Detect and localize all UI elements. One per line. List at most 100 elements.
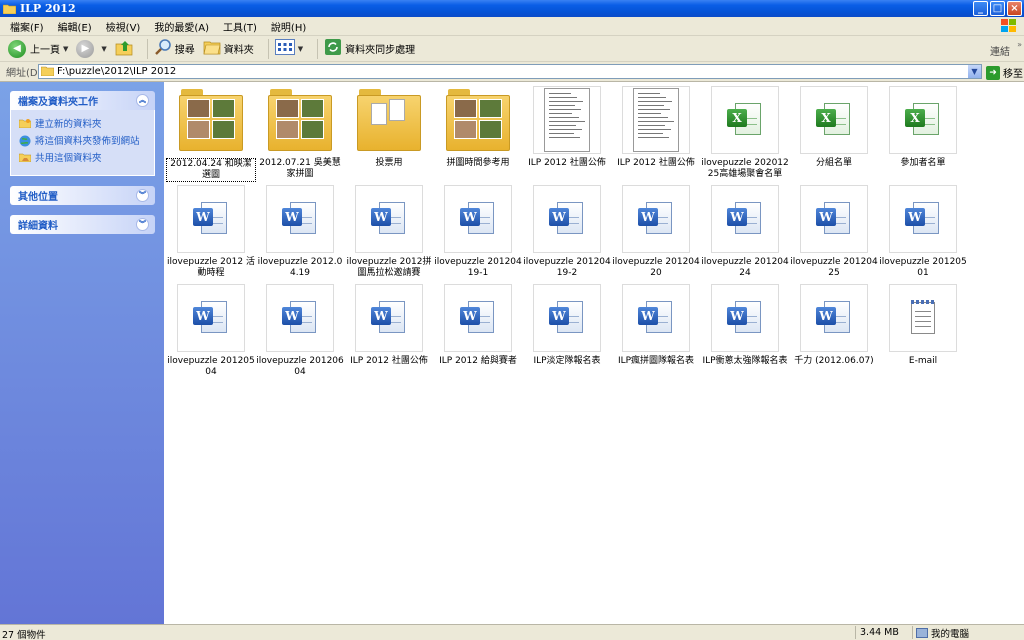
file-item[interactable]: Wilovepuzzle 20120419-1 [433,185,523,279]
file-item[interactable]: E-mail [878,284,968,367]
file-item[interactable]: Xilovepuzzle 20201225高雄場聚會名單 [700,86,790,180]
file-name: ILP淡定隊報名表 [533,356,601,366]
dropdown-arrow-icon[interactable]: ▼ [298,45,303,53]
file-item[interactable]: W ILP瘋拼圖隊報名表 [611,284,701,367]
file-name: 2012.04.24 和映潔選圖 [166,158,256,182]
file-item[interactable]: Wilovepuzzle 20120420 [611,185,701,279]
menu-edit[interactable]: 編輯(E) [58,19,92,34]
new-folder-icon [18,118,32,129]
menu-view[interactable]: 檢視(V) [106,19,141,34]
menu-tools[interactable]: 工具(T) [223,19,257,34]
up-button[interactable] [115,38,133,59]
file-name: ilovepuzzle 2012.04.19 [257,257,343,278]
file-item[interactable]: Wilovepuzzle 20120604 [255,284,345,378]
file-item[interactable]: ILP 2012 社團公佈 [611,86,701,169]
document-folder-icon [355,86,423,154]
collapse-icon[interactable]: ︽ [136,94,149,107]
file-tasks-header[interactable]: 檔案及資料夾工作 ︽ [10,91,155,110]
file-item[interactable]: Wilovepuzzle 20120425 [789,185,879,279]
file-item[interactable]: W ILP 2012 社團公佈 [344,284,434,367]
other-places-panel: 其他位置 ︾ [10,186,155,205]
file-item[interactable]: 投票用 [344,86,434,169]
forward-button[interactable]: ▶ ▼ [76,39,107,58]
toolbar-separator [267,38,269,59]
search-button[interactable]: 搜尋 [154,38,195,59]
back-arrow-icon: ◀ [8,39,26,58]
file-name: ilovepuzzle 20120420 [612,257,700,278]
menu-file[interactable]: 檔案(F) [10,19,44,34]
go-button[interactable]: ➜ 移至 [986,65,1023,80]
file-item[interactable]: Wilovepuzzle 20120424 [700,185,790,279]
file-item[interactable]: W 千力 (2012.06.07) [789,284,879,367]
address-path: F:\puzzle\2012\ILP 2012 [57,66,177,77]
task-label: 建立新的資料夾 [35,119,102,130]
word-file-icon: W [711,284,779,352]
word-file-icon: W [711,185,779,253]
file-item[interactable]: 2012.07.21 吳美慧家拼圖 [255,86,345,180]
panel-title: 檔案及資料夾工作 [18,97,98,108]
address-bar: 網址(D) F:\puzzle\2012\ILP 2012 ▼ ➜ 移至 [0,62,1024,82]
file-item[interactable]: Wilovepuzzle 20120419-2 [522,185,612,279]
file-name: 投票用 [375,158,403,168]
document-preview-icon [622,86,690,154]
word-file-icon: W [444,185,512,253]
address-input[interactable]: F:\puzzle\2012\ILP 2012 ▼ [38,64,982,79]
sync-label: 資料夾同步處理 [345,45,416,56]
file-list[interactable]: 2012.04.24 和映潔選圖 2012.07.21 吳美慧家拼圖 投票用 拼圖時間… [164,82,1024,624]
dropdown-arrow-icon[interactable]: ▼ [63,45,68,53]
file-item[interactable]: 拼圖時間參考用 [433,86,523,169]
file-name: ilovepuzzle 20201225高雄場聚會名單 [701,158,789,179]
file-item[interactable]: X 參加者名單 [878,86,968,169]
file-item[interactable]: 2012.04.24 和映潔選圖 [166,86,256,182]
word-file-icon: W [266,284,334,352]
chevron-down-icon[interactable]: ▼ [968,65,981,78]
sync-button[interactable]: 資料夾同步處理 [324,38,415,59]
file-item[interactable]: Wilovepuzzle 20120504 [166,284,256,378]
globe-icon [19,135,31,147]
word-file-icon: W [622,284,690,352]
expand-icon[interactable]: ︾ [136,218,149,231]
photo-folder-icon [177,86,245,154]
expand-icon[interactable]: ︾ [136,189,149,202]
links-label[interactable]: 連結 [990,43,1010,58]
chevron-right-icon[interactable]: » [1017,40,1022,49]
windows-logo-icon [1000,18,1018,34]
file-item[interactable]: Wilovepuzzle 2012拼圖馬拉松邀請賽 [344,185,434,279]
file-item[interactable]: W ILP 2012 給與賽者 [433,284,523,367]
task-share-folder[interactable]: 共用這個資料夾 [18,150,146,164]
menu-favorites[interactable]: 我的最愛(A) [154,19,209,34]
dropdown-arrow-icon[interactable]: ▼ [101,45,106,53]
go-arrow-icon: ➜ [986,65,1000,80]
file-name: 千力 (2012.06.07) [794,356,874,366]
folder-up-icon [115,38,133,59]
menu-help[interactable]: 說明(H) [271,19,306,34]
maximize-button[interactable]: □ [990,1,1005,16]
file-item[interactable]: Wilovepuzzle 2012 活動時程 [166,185,256,279]
details-header[interactable]: 詳細資料 ︾ [10,215,155,234]
status-bar: 27 個物件 3.44 MB 我的電腦 [0,624,1024,640]
file-item[interactable]: W ILP淡定隊報名表 [522,284,612,367]
file-item[interactable]: ILP 2012 社團公佈 [522,86,612,169]
sync-icon [324,38,342,59]
minimize-button[interactable]: _ [973,1,988,16]
excel-file-icon: X [711,86,779,154]
file-item[interactable]: Wilovepuzzle 20120501 [878,185,968,279]
search-icon [154,38,172,59]
folder-icon [40,65,55,79]
file-item[interactable]: W ILP衝蔥太強隊報名表 [700,284,790,367]
photo-folder-icon [444,86,512,154]
task-new-folder[interactable]: 建立新的資料夾 [18,116,146,130]
file-name: 分組名單 [815,158,852,168]
back-button[interactable]: ◀ 上一頁 ▼ [8,39,68,58]
task-publish-web[interactable]: 將這個資料夾發佈到網站 [19,133,146,147]
word-file-icon: W [800,284,868,352]
close-button[interactable]: × [1007,1,1022,16]
status-divider [912,626,913,639]
file-item[interactable]: Wilovepuzzle 2012.04.19 [255,185,345,279]
file-item[interactable]: X 分組名單 [789,86,879,169]
title-bar[interactable]: ILP 2012 _ □ × [0,0,1024,17]
other-places-header[interactable]: 其他位置 ︾ [10,186,155,205]
status-zone-label: 我的電腦 [931,629,970,640]
folders-button[interactable]: 資料夾 [203,39,254,58]
views-button[interactable]: ▼ [274,39,303,58]
